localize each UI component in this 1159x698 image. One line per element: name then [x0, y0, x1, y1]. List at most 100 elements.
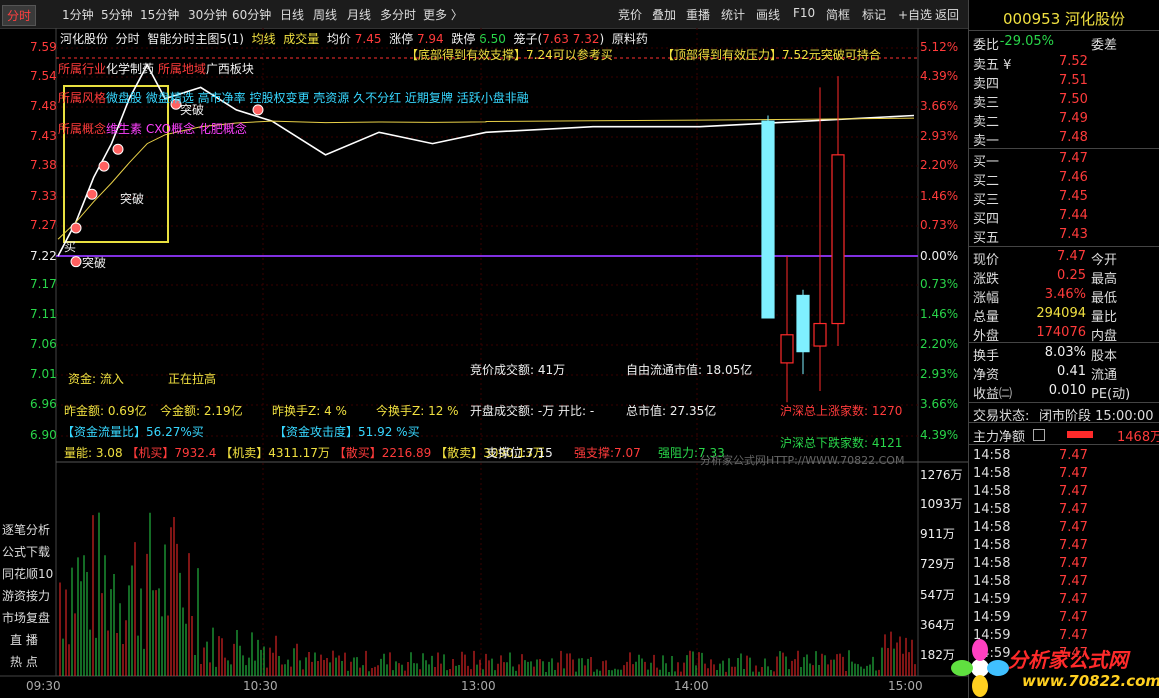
region-label: 所属地域 [157, 62, 206, 76]
quote-row: 涨幅 3.46% 最低 [973, 287, 1158, 306]
quote-label: 净资 [973, 368, 1000, 383]
net-flow-row[interactable]: 主力净额 1468万 [973, 426, 1159, 445]
up-count: 沪深总上涨家数: 1270 [780, 402, 902, 419]
time-tick: 14:00 [674, 679, 709, 693]
signal-dot [70, 256, 82, 268]
side-menu-item[interactable]: 市场复盘 [2, 609, 56, 626]
quote-label-2: 最高 [1091, 272, 1118, 287]
quote-label: 涨跌 [973, 272, 1000, 287]
tick-time: 14:58 [973, 520, 1011, 535]
price-tick: 7.01 [30, 367, 57, 381]
kline-body [831, 154, 845, 325]
concept-line: 所属概念维生素 CXO概念 化肥概念 [58, 120, 247, 137]
side-menu-item[interactable]: 热 点 [10, 653, 64, 670]
time-tick: 13:00 [461, 679, 496, 693]
price-tick: 7.48 [30, 99, 57, 113]
book-label: 买五 [973, 231, 1000, 246]
tick-time: 14:59 [973, 592, 1011, 607]
prev-amount: 昨金额: 0.69亿 [64, 404, 147, 418]
time-tick: 15:00 [888, 679, 923, 693]
inst-buy: 【机买】7932.4 [126, 446, 217, 460]
net-flow-value: 1468万 [1117, 430, 1159, 445]
book-row[interactable]: 卖五 ¥ 7.52 [973, 54, 1158, 73]
percent-tick: 2.93% [920, 367, 959, 381]
side-menu-item[interactable]: 同花顺10 [2, 565, 56, 582]
book-row[interactable]: 卖二 7.49 [973, 111, 1158, 130]
strong-support: 强支撑:7.07 [574, 446, 641, 460]
today-amount: 今金额: 2.19亿 [160, 404, 243, 418]
quote-row: 换手 8.03% 股本 [973, 345, 1158, 364]
market-cap: 总市值: 27.35亿 [626, 404, 717, 418]
book-row[interactable]: 买二 7.46 [973, 170, 1158, 189]
quote-value: 7.47 [1057, 249, 1086, 264]
stock-code: 000953 [1003, 10, 1061, 28]
book-label: 卖三 [973, 96, 1000, 111]
side-menu-item[interactable]: 公式下载 [2, 543, 56, 560]
quote-label: 换手 [973, 349, 1000, 364]
quote-row: 净资 0.41 流通 [973, 364, 1158, 383]
percent-tick: 2.20% [920, 337, 959, 351]
book-price: 7.51 [1059, 73, 1088, 88]
book-row[interactable]: 买三 7.45 [973, 189, 1158, 208]
tick-time: 14:58 [973, 538, 1011, 553]
percent-tick: 0.00% [920, 249, 959, 263]
auction-amount: 竞价成交额: 41万 [470, 363, 566, 377]
price-tick: 7.59 [30, 40, 57, 54]
price-tick: 7.17 [30, 277, 57, 291]
quote-value: 174076 [1036, 325, 1086, 340]
panel-separator [969, 422, 1159, 423]
side-menu-item[interactable]: 直 播 [10, 631, 64, 648]
quote-label-2: 股本 [1091, 349, 1118, 364]
quote-label-2: PE(动) [1091, 387, 1131, 402]
price-tick: 6.90 [30, 428, 57, 442]
book-row[interactable]: 买四 7.44 [973, 208, 1158, 227]
tick-row: 14:58 7.47 [973, 448, 1158, 466]
panel-separator [969, 342, 1159, 343]
style-line: 所属风格微盘股 微盘精选 高市净率 控股权变更 壳资源 久不分红 近期复牌 活跃… [58, 89, 529, 106]
price-tick: 7.38 [30, 158, 57, 172]
kline-body [813, 322, 827, 347]
quote-row: 外盘 174076 内盘 [973, 325, 1158, 344]
concept-value: 维生素 CXO概念 化肥概念 [106, 122, 247, 136]
percent-tick: 4.39% [920, 69, 959, 83]
quote-panel: 000953 河化股份 委比 -29.05% 委差 卖五 ¥ 7.52 卖四 7.51… [968, 0, 1159, 698]
quote-value: 0.010 [1048, 383, 1086, 398]
panel-separator [969, 444, 1159, 445]
tick-price: 7.47 [1059, 574, 1088, 589]
rising-status: 正在拉高 [168, 372, 217, 386]
volume-tick: 364万 [920, 618, 955, 632]
book-label: 买二 [973, 174, 1000, 189]
book-row[interactable]: 卖四 7.51 [973, 73, 1158, 92]
book-price: 7.47 [1059, 151, 1088, 166]
book-row[interactable]: 买一 7.47 [973, 151, 1158, 170]
book-label: 买四 [973, 212, 1000, 227]
price-tick: 7.33 [30, 189, 57, 203]
book-price: 7.49 [1059, 111, 1088, 126]
book-row[interactable]: 卖一 7.48 [973, 130, 1158, 149]
quote-label-2: 流通 [1091, 368, 1118, 383]
inflow-ratio: 【资金流量比】56.27%买 [62, 425, 204, 439]
price-tick: 7.27 [30, 218, 57, 232]
stock-code-name: 000953 河化股份 [1003, 8, 1125, 29]
book-label: 卖二 [973, 115, 1000, 130]
price-tick: 6.96 [30, 397, 57, 411]
quote-value: 0.41 [1057, 364, 1086, 379]
price-tick: 7.54 [30, 69, 57, 83]
percent-tick: 3.66% [920, 99, 959, 113]
style-label: 所属风格 [58, 91, 107, 105]
side-menu-item[interactable]: 游资接力 [2, 587, 56, 604]
tick-time: 14:58 [973, 466, 1011, 481]
percent-tick: 2.93% [920, 129, 959, 143]
book-row[interactable]: 卖三 7.50 [973, 92, 1158, 111]
book-row[interactable]: 买五 7.43 [973, 227, 1158, 246]
side-menu-item[interactable]: 逐笔分析 [2, 521, 56, 538]
tick-row: 14:59 7.47 [973, 610, 1158, 628]
book-price: 7.48 [1059, 130, 1088, 145]
tick-time: 14:58 [973, 448, 1011, 463]
percent-tick: 1.46% [920, 307, 959, 321]
book-price: 7.46 [1059, 170, 1088, 185]
stock-name: 河化股份 [1065, 10, 1126, 28]
net-flow-label: 主力净额 [973, 430, 1026, 445]
tick-row: 14:58 7.47 [973, 556, 1158, 574]
net-flow-menu-icon[interactable] [1033, 429, 1045, 441]
